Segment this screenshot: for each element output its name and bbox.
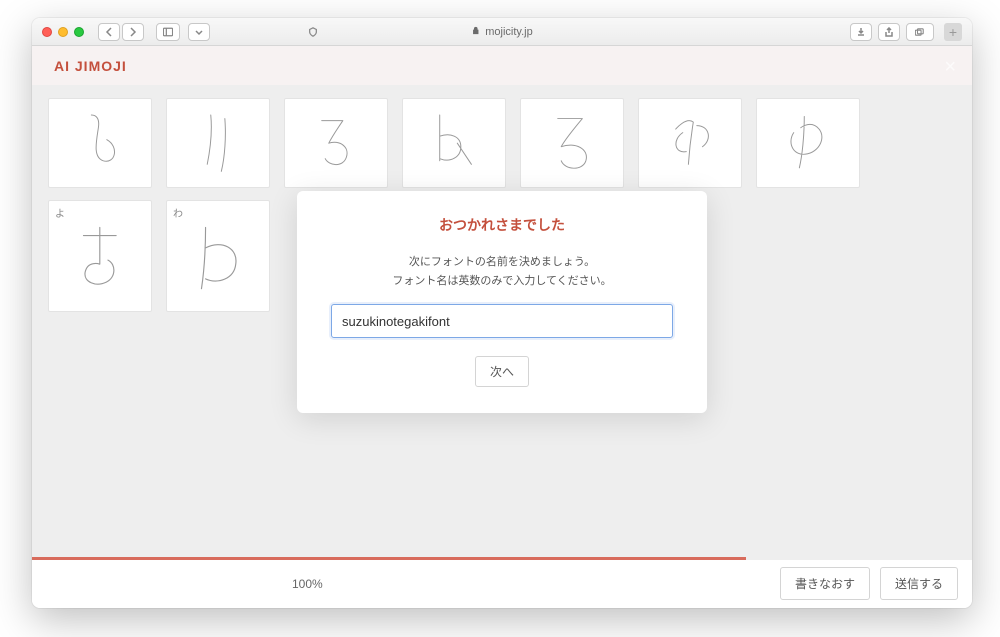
forward-button[interactable]	[122, 23, 144, 41]
glyph-cell[interactable]	[756, 98, 860, 188]
privacy-shield-icon[interactable]	[302, 23, 324, 41]
close-window-icon[interactable]	[42, 27, 52, 37]
browser-window: mojicity.jp + AI JIMOJI ×	[32, 18, 972, 608]
share-button[interactable]	[878, 23, 900, 41]
dropdown-button[interactable]	[188, 23, 210, 41]
new-tab-button[interactable]: +	[944, 23, 962, 41]
download-button[interactable]	[850, 23, 872, 41]
app-area: AI JIMOJI ×	[32, 46, 972, 608]
submit-button[interactable]: 送信する	[880, 567, 958, 600]
footer-buttons: 書きなおす 送信する	[780, 567, 958, 600]
progress-bar	[32, 557, 972, 560]
minimize-window-icon[interactable]	[58, 27, 68, 37]
font-name-modal: おつかれさまでした 次にフォントの名前を決めましょう。 フォント名は英数のみで入…	[297, 191, 707, 413]
address-bar[interactable]: mojicity.jp	[471, 26, 532, 38]
browser-toolbar: mojicity.jp +	[32, 18, 972, 46]
cell-label: よ	[55, 205, 65, 220]
glyph-cell[interactable]	[48, 98, 152, 188]
window-controls	[42, 27, 84, 37]
footer: 100% 書きなおす 送信する	[32, 558, 972, 608]
close-icon[interactable]: ×	[944, 56, 956, 79]
tabs-button[interactable]	[906, 23, 934, 41]
modal-title: おつかれさまでした	[331, 215, 673, 235]
font-name-input[interactable]	[331, 304, 673, 338]
back-button[interactable]	[98, 23, 120, 41]
cell-label: わ	[173, 205, 183, 220]
glyph-cell[interactable]	[166, 98, 270, 188]
zoom-window-icon[interactable]	[74, 27, 84, 37]
modal-line2: フォント名は英数のみで入力してください。	[392, 275, 611, 287]
glyph-cell[interactable]: わ	[166, 200, 270, 312]
glyph-cell[interactable]	[284, 98, 388, 188]
nav-buttons	[98, 23, 144, 41]
url-host: mojicity.jp	[485, 26, 532, 38]
glyph-cell[interactable]	[402, 98, 506, 188]
sidebar-toggle-button[interactable]	[156, 23, 180, 41]
toolbar-right: +	[850, 23, 962, 41]
lock-icon	[471, 26, 480, 38]
app-logo: AI JIMOJI	[54, 58, 127, 74]
redo-button[interactable]: 書きなおす	[780, 567, 870, 600]
cells-row-1	[48, 98, 956, 188]
glyph-cell[interactable]	[520, 98, 624, 188]
progress-percent: 100%	[292, 577, 323, 591]
app-header: AI JIMOJI ×	[32, 46, 972, 86]
modal-line1: 次にフォントの名前を決めましょう。	[409, 256, 595, 268]
progress-fill	[32, 557, 746, 560]
glyph-cell[interactable]: よ	[48, 200, 152, 312]
modal-description: 次にフォントの名前を決めましょう。 フォント名は英数のみで入力してください。	[331, 253, 673, 290]
next-button[interactable]: 次へ	[475, 356, 529, 387]
glyph-cell[interactable]	[638, 98, 742, 188]
